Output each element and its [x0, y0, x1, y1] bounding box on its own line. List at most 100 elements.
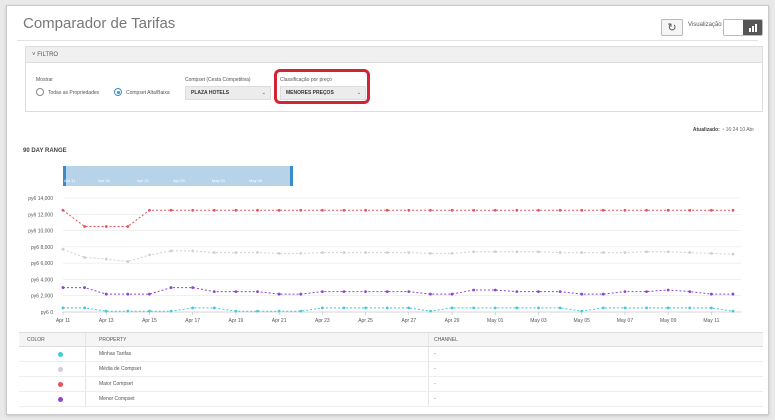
x-tick-label: Apr 23 [315, 318, 330, 324]
y-tick-label: py6 8,000 [31, 245, 53, 251]
data-point [320, 208, 324, 212]
table-row: Maior Compset - [19, 377, 763, 392]
range-title: 90 DAY RANGE [23, 148, 67, 154]
data-point [472, 306, 476, 310]
radio-todas-propriedades[interactable] [36, 88, 44, 96]
rate-line-chart: py6 0 py6 2,000 py6 4,000 py6 6,000 py6 8,00… [28, 196, 741, 324]
data-point [537, 290, 540, 294]
channel-cell: - [434, 366, 436, 372]
series-color-dot [58, 397, 63, 402]
compset-select-value: PLAZA HOTELS [191, 90, 230, 96]
data-point [623, 208, 627, 212]
column-divider [85, 362, 86, 376]
mostrar-label: Mostrar [36, 77, 53, 83]
data-point [407, 306, 411, 310]
data-point [580, 251, 584, 254]
data-point [212, 208, 216, 212]
data-point [385, 290, 389, 294]
column-divider [428, 347, 429, 361]
bar-chart-icon [748, 23, 757, 32]
data-point [61, 306, 65, 310]
data-point [407, 251, 411, 254]
data-point [601, 292, 605, 296]
data-point [493, 208, 497, 212]
data-point [104, 292, 108, 296]
data-point [472, 208, 476, 212]
data-point [126, 260, 130, 263]
y-tick-label: py6 12,000 [28, 212, 53, 218]
filter-panel: ˅ FILTRO Mostrar Todas as Propriedades C… [25, 46, 763, 112]
data-point [731, 292, 735, 296]
data-point [320, 306, 324, 310]
updated-timestamp: Atualizado: ◔ 16:24 10 Abr [693, 127, 754, 133]
data-point [364, 208, 367, 212]
range-navigator[interactable]: Apr 11 Apr 16 Apr 21 Apr 26 May 01 May 0… [63, 166, 293, 186]
table-header-row: COLOR PROPERTY CHANNEL [19, 332, 763, 347]
column-divider [85, 333, 86, 346]
data-point [299, 251, 303, 255]
data-point [126, 309, 130, 313]
y-tick-label: py6 0 [41, 310, 53, 316]
x-tick-label: May 07 [617, 318, 634, 324]
data-point [558, 306, 562, 310]
data-point [537, 208, 540, 212]
data-point [342, 251, 346, 254]
data-point [623, 306, 627, 310]
navigator-label: Apr 11 [64, 178, 76, 183]
data-point [342, 306, 346, 310]
series-color-dot [58, 382, 63, 387]
filter-header[interactable]: ˅ FILTRO [26, 47, 762, 63]
channel-cell: - [434, 351, 436, 357]
data-point [709, 208, 713, 212]
data-point [169, 249, 173, 253]
radio-compset-alta-baixa[interactable] [114, 88, 122, 96]
data-point [645, 250, 648, 254]
data-point [450, 208, 454, 212]
x-tick-label: Apr 27 [401, 318, 416, 324]
updated-value: 16:24 10 Abr [725, 127, 754, 133]
navigator-label: Apr 16 [98, 178, 110, 183]
data-point [148, 208, 151, 212]
data-point [537, 250, 540, 254]
x-tick-label: May 03 [530, 318, 547, 324]
data-point [558, 251, 562, 254]
x-tick-label: Apr 21 [272, 318, 287, 324]
y-tick-label: py6 4,000 [31, 277, 53, 283]
column-divider [85, 392, 86, 406]
data-point [191, 249, 195, 253]
data-point [515, 208, 519, 212]
header-property: PROPERTY [99, 337, 127, 343]
data-point [666, 208, 670, 212]
data-point [61, 247, 65, 251]
y-tick-label: py6 10,000 [28, 229, 53, 235]
property-cell: Maior Compset [99, 381, 133, 387]
data-point [623, 290, 627, 294]
data-point [429, 309, 432, 313]
compset-select[interactable]: PLAZA HOTELS ⌄ [185, 86, 271, 100]
x-tick-label: Apr 25 [358, 318, 373, 324]
x-tick-label: Apr 17 [185, 318, 200, 324]
data-point [515, 250, 519, 254]
data-point [385, 208, 389, 212]
data-point [364, 306, 367, 310]
refresh-button[interactable]: ↻ [661, 19, 683, 36]
navigator-label: Apr 26 [173, 178, 185, 183]
toggle-chart-view[interactable] [743, 20, 762, 35]
data-point [83, 225, 87, 228]
legend-table: COLOR PROPERTY CHANNEL Minhas Tarifas - Mé… [19, 332, 763, 407]
data-point [148, 309, 151, 313]
data-point [645, 290, 648, 294]
toggle-table-view[interactable] [724, 20, 743, 35]
clock-icon: ◔ [721, 127, 725, 133]
series-color-dot [58, 367, 63, 372]
view-toggle[interactable] [723, 19, 763, 36]
data-point [299, 309, 303, 313]
data-point [385, 306, 389, 310]
x-tick-label: Apr 11 [56, 318, 71, 324]
channel-cell: - [434, 396, 436, 402]
compset-label: Compset (Cesta Competitiva) [185, 77, 251, 83]
data-point [148, 292, 151, 296]
data-point [558, 290, 562, 294]
data-point [450, 251, 454, 255]
data-point [104, 309, 108, 313]
